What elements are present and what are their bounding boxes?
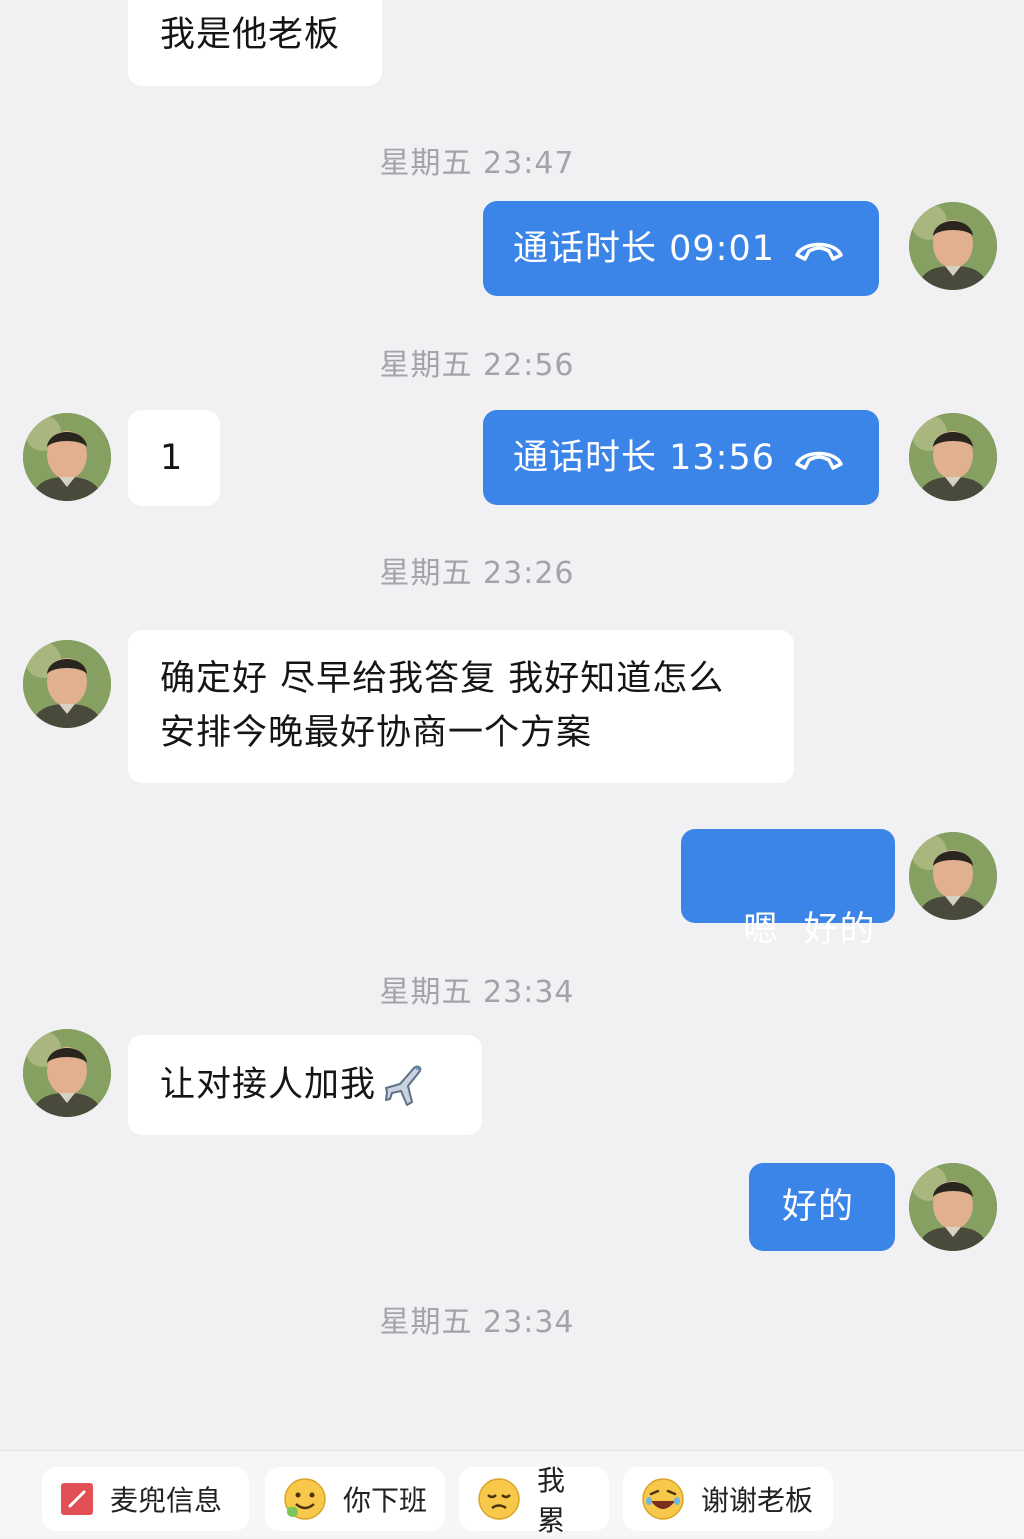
quick-reply-chip[interactable]: 我累 — [459, 1464, 609, 1537]
quick-reply-label: 我累 — [537, 1464, 566, 1537]
message-text: 嗯 好的 — [743, 910, 876, 950]
timestamp: 星期五 23:26 — [379, 556, 575, 591]
call-record-bubble[interactable]: 通话时长 13:56 — [483, 410, 879, 505]
quick-reply-chip[interactable]: 谢谢老板 — [623, 1467, 833, 1531]
call-duration-label: 通话时长 09:01 — [513, 228, 775, 269]
avatar[interactable] — [909, 1163, 997, 1251]
hang-up-phone-icon — [793, 444, 845, 472]
message-text: 让对接人加我 — [160, 1065, 377, 1105]
avatar[interactable] — [23, 1029, 111, 1117]
avatar[interactable] — [23, 413, 111, 501]
quick-reply-chip[interactable]: 你下班 — [265, 1467, 445, 1531]
quick-reply-chip[interactable]: 麦兜信息 — [42, 1467, 249, 1531]
avatar[interactable] — [23, 640, 111, 728]
drooling-emoji-icon — [283, 1477, 327, 1521]
message-bubble-outgoing[interactable]: 嗯 好的 — [681, 829, 895, 950]
message-text: 1 — [160, 438, 184, 478]
message-text-line: 确定好 尽早给我答复 我好知道怎么 — [160, 659, 725, 699]
message-bubble-incoming[interactable]: 让对接人加我 — [128, 1035, 482, 1135]
message-bubble-incoming[interactable]: 确定好 尽早给我答复 我好知道怎么 安排今晚最好协商一个方案 — [128, 630, 794, 783]
message-text: 好的 — [782, 1187, 855, 1227]
avatar[interactable] — [909, 202, 997, 290]
laughing-emoji-icon — [641, 1477, 685, 1521]
quick-reply-label: 你下班 — [343, 1484, 428, 1517]
timestamp: 星期五 23:34 — [379, 1305, 575, 1340]
call-duration-label: 通话时长 13:56 — [513, 437, 775, 478]
quick-reply-bar: 麦兜信息 你下班 我累 谢谢老板 — [0, 1450, 1024, 1537]
call-record-bubble[interactable]: 通话时长 09:01 — [483, 201, 879, 296]
red-note-icon — [60, 1482, 94, 1516]
hang-up-phone-icon — [793, 235, 845, 263]
timestamp: 星期五 22:56 — [379, 348, 575, 383]
message-text-line: 安排今晚最好协商一个方案 — [160, 713, 593, 753]
sad-emoji-icon — [477, 1477, 521, 1521]
quick-reply-label: 谢谢老板 — [701, 1484, 814, 1517]
message-bubble-incoming[interactable]: 1 — [128, 410, 220, 506]
timestamp: 星期五 23:47 — [379, 146, 575, 181]
timestamp: 星期五 23:34 — [379, 975, 575, 1010]
airplane-icon — [380, 1060, 430, 1110]
avatar[interactable] — [909, 832, 997, 920]
avatar[interactable] — [909, 413, 997, 501]
message-bubble-outgoing[interactable]: 好的 — [749, 1163, 895, 1251]
message-bubble-incoming[interactable]: 我是他老板 — [128, 0, 382, 86]
message-text: 我是他老板 — [160, 15, 341, 55]
quick-reply-label: 麦兜信息 — [110, 1484, 223, 1517]
